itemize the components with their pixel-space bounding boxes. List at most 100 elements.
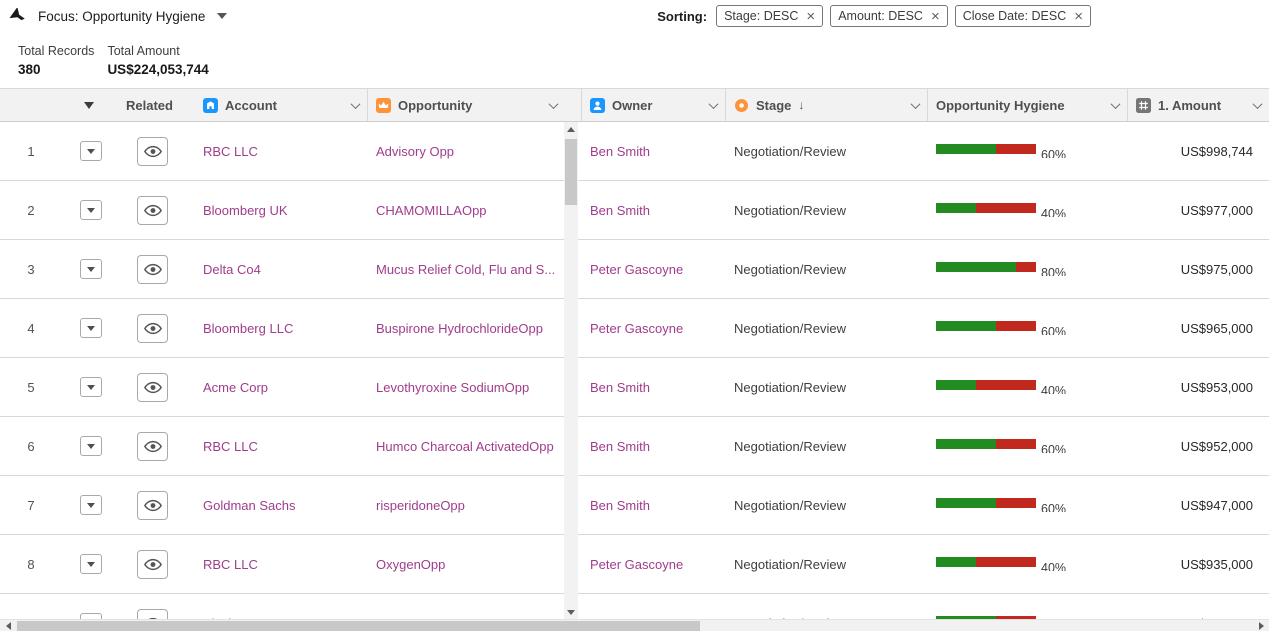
chip-close-icon[interactable]: ×	[1074, 9, 1083, 24]
account-column-menu-icon[interactable]	[350, 98, 361, 109]
stage-value: Negotiation/Review	[734, 261, 847, 277]
header-filter-cell[interactable]	[62, 89, 118, 121]
owner-link[interactable]: Peter Gascoyne	[590, 321, 683, 336]
vertical-scrollbar[interactable]	[564, 122, 578, 619]
hygiene-cell: 60%	[928, 498, 1128, 512]
header-stage[interactable]: Stage ↓	[726, 89, 928, 121]
row-actions-dropdown-button[interactable]	[80, 554, 102, 574]
owner-column-menu-icon[interactable]	[708, 98, 719, 109]
owner-link[interactable]: Peter Gascoyne	[590, 557, 683, 572]
stage-sort-arrow: ↓	[798, 98, 805, 112]
arrow-up-icon	[567, 127, 575, 132]
row-preview-button[interactable]	[137, 254, 168, 284]
amount-value: US$935,000	[1180, 556, 1253, 572]
row-number: 1	[27, 143, 35, 159]
account-link[interactable]: Delta Co4	[203, 262, 261, 277]
row-actions-dropdown-button[interactable]	[80, 495, 102, 515]
opportunity-cell: OxygenOpp	[368, 557, 582, 572]
opportunity-column-menu-icon[interactable]	[548, 98, 559, 109]
amount-value: US$975,000	[1180, 261, 1253, 277]
arrow-left-icon	[5, 622, 11, 630]
table-header-row: Related Account Opportunity Owner Stage …	[0, 89, 1269, 122]
row-preview-button[interactable]	[137, 431, 168, 461]
opportunity-link[interactable]: Levothyroxine SodiumOpp	[376, 380, 529, 395]
account-link[interactable]: RBC LLC	[203, 439, 258, 454]
row-preview-button[interactable]	[137, 195, 168, 225]
stage-column-menu-icon[interactable]	[910, 98, 921, 109]
account-cell: RBC LLC	[195, 439, 368, 454]
row-preview-button[interactable]	[137, 313, 168, 343]
header-owner[interactable]: Owner	[582, 89, 726, 121]
account-link[interactable]: Goldman Sachs	[203, 498, 296, 513]
opportunity-link[interactable]: Buspirone HydrochlorideOpp	[376, 321, 543, 336]
account-link[interactable]: Acme Corp	[203, 380, 268, 395]
chip-close-icon[interactable]: ×	[931, 9, 940, 24]
owner-link[interactable]: Ben Smith	[590, 439, 650, 454]
header-account-label: Account	[225, 97, 277, 113]
scroll-up-button[interactable]	[564, 122, 578, 137]
owner-link[interactable]: Peter Gascoyne	[590, 262, 683, 277]
scroll-down-button[interactable]	[564, 605, 578, 619]
scroll-right-button[interactable]	[1253, 620, 1269, 632]
row-preview-button[interactable]	[137, 372, 168, 402]
hygiene-column-menu-icon[interactable]	[1110, 98, 1121, 109]
chip-close-icon[interactable]: ×	[806, 9, 815, 24]
eye-icon	[143, 263, 162, 275]
row-related-cell	[118, 313, 195, 343]
hygiene-percent-label: 60%	[1041, 443, 1067, 453]
header-owner-label: Owner	[612, 97, 653, 113]
horizontal-scrollbar[interactable]	[0, 619, 1269, 631]
amount-value: US$965,000	[1180, 320, 1253, 336]
row-actions-dropdown-button[interactable]	[80, 259, 102, 279]
row-preview-button[interactable]	[137, 490, 168, 520]
row-actions-dropdown-button[interactable]	[80, 377, 102, 397]
opportunity-link[interactable]: Humco Charcoal ActivatedOpp	[376, 439, 554, 454]
account-link[interactable]: RBC LLC	[203, 557, 258, 572]
table-filter-icon	[84, 101, 94, 109]
total-records-label: Total Records	[18, 44, 95, 58]
row-preview-button[interactable]	[137, 549, 168, 579]
amount-value: US$952,000	[1180, 438, 1253, 454]
row-actions-dropdown-button[interactable]	[80, 436, 102, 456]
owner-link[interactable]: Ben Smith	[590, 144, 650, 159]
hygiene-cell: 80%	[928, 262, 1128, 276]
hygiene-bar-green	[936, 380, 976, 390]
hygiene-bar-green	[936, 203, 976, 213]
hygiene-percent-label: 60%	[1041, 148, 1067, 158]
opportunity-link[interactable]: OxygenOpp	[376, 557, 445, 572]
row-preview-button[interactable]	[137, 608, 168, 619]
row-actions-dropdown-button[interactable]	[80, 141, 102, 161]
header-amount[interactable]: 1. Amount	[1128, 89, 1269, 121]
stage-value: Negotiation/Review	[734, 202, 847, 218]
owner-link[interactable]: Ben Smith	[590, 380, 650, 395]
account-cell: Goldman Sachs	[195, 498, 368, 513]
owner-link[interactable]: Ben Smith	[590, 498, 650, 513]
opportunity-link[interactable]: Advisory Opp	[376, 144, 454, 159]
owner-cell: Ben Smith	[582, 498, 726, 513]
hygiene-cell: 40%	[928, 380, 1128, 394]
row-actions-dropdown-button[interactable]	[80, 200, 102, 220]
owner-link[interactable]: Ben Smith	[590, 203, 650, 218]
header-opportunity[interactable]: Opportunity	[368, 89, 582, 121]
opportunity-link[interactable]: Mucus Relief Cold, Flu and S...	[376, 262, 555, 277]
opportunity-link[interactable]: risperidoneOpp	[376, 498, 465, 513]
hygiene-percent-label: 80%	[1041, 266, 1067, 276]
row-preview-button[interactable]	[137, 136, 168, 166]
header-hygiene[interactable]: Opportunity Hygiene	[928, 89, 1128, 121]
total-amount-value: US$224,053,744	[107, 62, 209, 77]
row-actions-dropdown-button[interactable]	[80, 318, 102, 338]
account-cell: Acme Corp	[195, 380, 368, 395]
scroll-left-button[interactable]	[0, 620, 16, 632]
account-link[interactable]: RBC LLC	[203, 144, 258, 159]
sorting-area: Sorting: Stage: DESC × Amount: DESC × Cl…	[657, 5, 1091, 27]
opportunity-link[interactable]: CHAMOMILLAOpp	[376, 203, 487, 218]
focus-selector[interactable]: Focus: Opportunity Hygiene	[8, 7, 228, 25]
account-link[interactable]: Bloomberg LLC	[203, 321, 293, 336]
horizontal-scrollbar-thumb[interactable]	[17, 621, 700, 631]
table-row: 1 RBC LLC Advisory Opp Ben Smith Negotia…	[0, 122, 1269, 181]
account-link[interactable]: Bloomberg UK	[203, 203, 288, 218]
vertical-scrollbar-thumb[interactable]	[565, 139, 577, 205]
header-account[interactable]: Account	[195, 89, 368, 121]
top-bar: Focus: Opportunity Hygiene Sorting: Stag…	[0, 0, 1269, 32]
amount-column-menu-icon[interactable]	[1252, 98, 1263, 109]
